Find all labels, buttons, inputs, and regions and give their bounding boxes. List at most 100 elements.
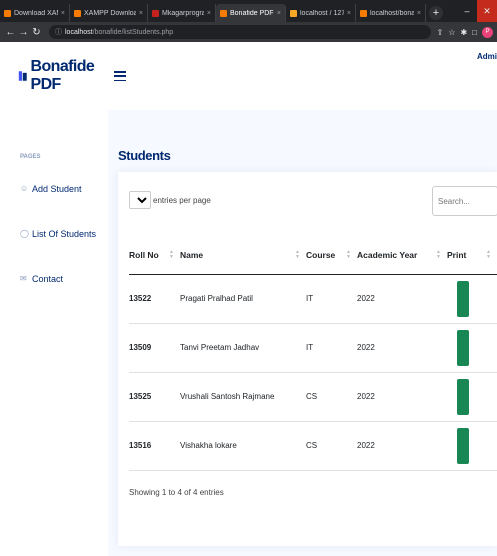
column-header-label: Academic Year xyxy=(357,249,418,260)
table-row: 13509 Tanvi Preetam Jadhav IT 2022 xyxy=(129,323,497,373)
reload-icon[interactable]: ↻ xyxy=(30,27,43,38)
print-button[interactable] xyxy=(457,378,469,415)
tab-favicon-icon xyxy=(152,9,159,17)
brand-logo-link[interactable]: Bonafide PDF xyxy=(0,58,108,94)
year-cell: 2022 xyxy=(357,274,447,324)
sidebar: PAGES ☺ Add Student ◯ List Of Students ✉… xyxy=(0,110,108,556)
sidebar-item-label: List Of Students xyxy=(32,229,97,239)
print-cell xyxy=(447,421,497,471)
table-row: 13525 Vrushali Santosh Rajmane CS 2022 xyxy=(129,372,497,422)
url-host: localhost xyxy=(65,28,93,36)
page-title: Students xyxy=(118,148,171,163)
tab-close-icon[interactable]: × xyxy=(61,10,65,17)
back-icon[interactable]: ← xyxy=(4,27,17,38)
table-header-row: Roll No ▲ ▼ Name ▲ ▼ Course ▲ ▼ Academic Year ▲… xyxy=(129,236,497,275)
column-header[interactable]: Name ▲ ▼ xyxy=(180,236,306,275)
name-cell: Vrushali Santosh Rajmane xyxy=(180,372,306,422)
window-controls: – ✕ xyxy=(457,0,497,22)
tab-favicon-icon xyxy=(4,9,11,17)
browser-tab-active[interactable]: Bonafide PDF × xyxy=(216,4,286,22)
course-cell: IT xyxy=(306,323,357,373)
tab-title: XAMPP Download Success xyxy=(84,9,136,17)
name-cell: Pragati Pralhad Patil xyxy=(180,274,306,324)
course-cell: CS xyxy=(306,421,357,471)
url-input[interactable]: ⓘ localhost/bonafide/listStudents.php xyxy=(49,25,431,39)
tab-close-icon[interactable]: × xyxy=(277,10,281,17)
minimize-icon[interactable]: – xyxy=(457,0,477,22)
tab-close-icon[interactable]: × xyxy=(347,10,351,17)
menu-toggle-icon[interactable] xyxy=(114,71,126,81)
tab-title: Bonafide PDF xyxy=(230,9,274,17)
tab-favicon-icon xyxy=(360,9,367,17)
browser-tab[interactable]: Mkagarprogram - pragati × xyxy=(148,4,216,22)
print-cell xyxy=(447,372,497,422)
brand-name: Bonafide PDF xyxy=(30,58,95,93)
sidebar-item-contact[interactable]: ✉ Contact xyxy=(20,274,63,284)
sidebar-item-add-student[interactable]: ☺ Add Student xyxy=(20,184,82,194)
browser-tab[interactable]: Download XAMPP × xyxy=(0,4,70,22)
column-header[interactable]: Academic Year ▲ ▼ xyxy=(357,236,447,275)
extensions-icon[interactable]: ✱ xyxy=(460,28,467,37)
forward-icon[interactable]: → xyxy=(17,27,30,38)
profile-avatar[interactable]: P xyxy=(482,26,493,38)
students-card: 10 entries per page Roll No ▲▼ Name ▲▼ Cou… xyxy=(118,172,497,546)
print-button[interactable] xyxy=(457,329,469,366)
entries-per-page: 10 entries per page xyxy=(129,191,211,209)
search-input[interactable] xyxy=(432,186,497,216)
sort-icon: ▲ ▼ xyxy=(436,249,441,260)
table-row: 13516 Vishakha lokare CS 2022 xyxy=(129,421,497,471)
browser-tab-bar: Download XAMPP × XAMPP Download Success … xyxy=(0,0,497,22)
roll-cell: 13522 xyxy=(129,274,180,324)
tab-title: localhost/bonafide/auth xyxy=(370,9,414,17)
new-tab-button[interactable]: + xyxy=(429,6,443,20)
tab-title: Mkagarprogram - pragati xyxy=(162,9,204,17)
sidebar-item-label: Add Student xyxy=(32,184,82,194)
sort-icon: ▲ ▼ xyxy=(346,249,351,260)
browser-tab[interactable]: localhost / 127.0.0.1 / bona × xyxy=(286,4,356,22)
tab-close-icon[interactable]: × xyxy=(417,10,421,17)
column-header-label: Course xyxy=(306,249,336,260)
bookmark-star-icon[interactable]: ☆ xyxy=(448,28,455,37)
browser-tab[interactable]: localhost/bonafide/auth × xyxy=(356,4,426,22)
entries-select[interactable]: 10 xyxy=(129,191,151,209)
column-header-label: Roll No xyxy=(129,249,159,260)
app-header: Bonafide PDF xyxy=(0,42,497,110)
brand-logo-icon xyxy=(18,71,27,81)
tab-close-icon[interactable]: × xyxy=(207,10,211,17)
list-icon: ◯ xyxy=(20,229,29,238)
sidebar-heading: PAGES xyxy=(20,154,41,160)
tab-close-icon[interactable]: × xyxy=(139,10,143,17)
info-icon[interactable]: ⓘ xyxy=(55,27,62,37)
browser-toolbar-icons: ⇧ ☆ ✱ □ P xyxy=(437,26,493,38)
students-table: Roll No ▲ ▼ Name ▲ ▼ Course ▲ ▼ Academic Year ▲… xyxy=(129,236,497,471)
sort-icon: ▲ ▼ xyxy=(486,249,491,260)
entries-label: entries per page xyxy=(153,195,211,205)
course-cell: IT xyxy=(306,274,357,324)
url-path: /bonafide/listStudents.php xyxy=(92,28,174,36)
roll-cell: 13525 xyxy=(129,372,180,422)
table-info: Showing 1 to 4 of 4 entries xyxy=(129,488,224,497)
sidebar-item-label: Contact xyxy=(32,274,64,284)
print-button[interactable] xyxy=(457,280,469,317)
sidepanel-icon[interactable]: □ xyxy=(472,28,477,37)
sidebar-item-list-of-students[interactable]: ◯ List Of Students xyxy=(20,229,96,239)
print-button[interactable] xyxy=(457,427,469,464)
name-cell: Vishakha lokare xyxy=(180,421,306,471)
share-icon[interactable]: ⇧ xyxy=(437,28,444,37)
envelope-icon: ✉ xyxy=(20,274,27,283)
tab-favicon-icon xyxy=(74,9,81,17)
sort-icon: ▲ ▼ xyxy=(295,249,300,260)
column-header[interactable]: Course ▲ ▼ xyxy=(306,236,357,275)
column-header[interactable]: Roll No ▲ ▼ xyxy=(129,236,180,275)
tab-title: localhost / 127.0.0.1 / bona xyxy=(300,9,344,17)
column-header[interactable]: Print ▲ ▼ xyxy=(447,236,497,275)
main-content: Students 10 entries per page Roll No ▲▼ N… xyxy=(108,110,497,556)
sort-icon: ▲ ▼ xyxy=(169,249,174,260)
tab-title: Download XAMPP xyxy=(14,9,58,17)
column-header-label: Print xyxy=(447,249,467,260)
admin-user-label[interactable]: Admi xyxy=(477,52,497,61)
roll-cell: 13509 xyxy=(129,323,180,373)
browser-tab[interactable]: XAMPP Download Success × xyxy=(70,4,148,22)
course-cell: CS xyxy=(306,372,357,422)
close-window-icon[interactable]: ✕ xyxy=(477,0,497,22)
